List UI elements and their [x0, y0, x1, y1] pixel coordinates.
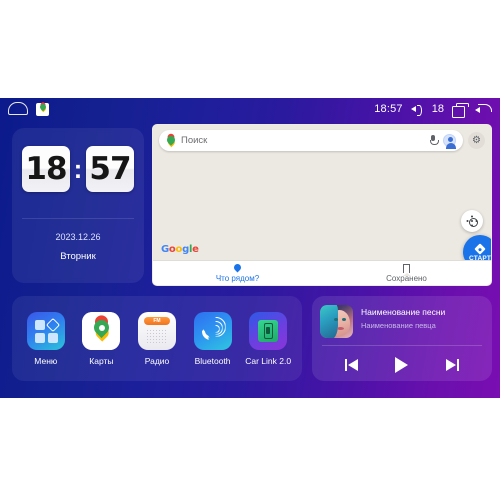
clock-divider — [22, 218, 134, 219]
menu-grid-icon — [26, 311, 65, 350]
app-radio-label: Радио — [144, 355, 170, 366]
clock-separator: : — [73, 154, 83, 184]
album-art — [320, 305, 353, 338]
app-menu-label: Меню — [34, 355, 58, 366]
back-arrow-icon[interactable] — [475, 103, 492, 116]
clock-date: 2023.12.26 — [55, 232, 101, 242]
bluetooth-phone-icon — [193, 311, 232, 350]
bookmark-icon — [402, 263, 411, 276]
gear-icon[interactable]: ⚙ — [468, 132, 485, 149]
status-bar: 18:57 18 — [0, 98, 500, 120]
account-avatar-icon[interactable] — [443, 134, 456, 149]
nav-item-saved[interactable]: Сохранено — [322, 261, 491, 285]
previous-track-button[interactable] — [339, 355, 363, 375]
search-placeholder: Поиск — [181, 135, 208, 146]
maps-bottom-nav: Что рядом? Сохранено — [153, 260, 491, 285]
clock-digits: 18 : 57 — [20, 144, 136, 194]
microphone-icon[interactable] — [429, 135, 439, 146]
next-track-button[interactable] — [441, 355, 465, 375]
status-bar-left — [8, 101, 49, 116]
car-head-unit-screen: 18:57 18 18 : 57 2023.12.26 Вторник Поис… — [0, 98, 500, 398]
google-watermark: Google — [161, 244, 199, 255]
status-time: 18:57 — [374, 103, 403, 115]
locate-me-button[interactable] — [461, 210, 483, 232]
maps-search-row: Поиск ⚙ — [159, 130, 485, 151]
google-letter: g — [182, 244, 189, 255]
status-bar-right: 18:57 18 — [374, 102, 492, 118]
search-input[interactable]: Поиск — [159, 130, 463, 151]
skip-next-icon — [446, 359, 460, 371]
clock-widget[interactable]: 18 : 57 2023.12.26 Вторник — [12, 128, 144, 283]
app-dock: Меню Карты FM Радио Bluetooth Car Link 2… — [12, 296, 302, 381]
play-button[interactable] — [390, 355, 414, 375]
music-divider — [322, 345, 482, 346]
maps-pin-icon[interactable] — [36, 102, 49, 116]
song-title: Наименование песни — [361, 307, 446, 317]
radio-fm-badge: FM — [143, 316, 170, 325]
play-icon — [395, 357, 409, 373]
nav-item-nearby-label: Что рядом? — [215, 273, 260, 283]
locate-me-icon — [467, 216, 478, 227]
google-maps-icon — [82, 311, 121, 350]
app-radio[interactable]: FM Радио — [131, 311, 183, 366]
app-menu[interactable]: Меню — [20, 311, 72, 366]
music-player-widget[interactable]: Наименование песни Наименование певца — [312, 296, 492, 381]
volume-level: 18 — [431, 103, 444, 115]
radio-icon: FM — [137, 311, 176, 350]
skip-previous-icon — [344, 359, 358, 371]
maps-pin-icon — [166, 135, 175, 146]
volume-icon[interactable] — [410, 103, 424, 116]
google-maps-widget[interactable]: Поиск ⚙ Google СТАРТ Что рядом? Сохранен… — [152, 124, 492, 286]
app-maps-label: Карты — [89, 355, 114, 366]
app-car-link-label: Car Link 2.0 — [245, 355, 292, 366]
music-meta: Наименование песни Наименование певца — [361, 305, 484, 330]
pin-icon — [234, 264, 241, 273]
app-car-link[interactable]: Car Link 2.0 — [242, 311, 294, 366]
music-info-row: Наименование песни Наименование певца — [320, 305, 484, 338]
app-maps[interactable]: Карты — [75, 311, 127, 366]
navigation-diamond-icon — [474, 242, 486, 255]
google-letter: G — [161, 244, 169, 255]
google-letter: e — [192, 244, 199, 255]
app-bluetooth-label: Bluetooth — [194, 355, 231, 366]
music-controls — [312, 352, 492, 378]
app-bluetooth[interactable]: Bluetooth — [187, 311, 239, 366]
clock-hours: 18 — [22, 146, 70, 192]
recent-apps-icon[interactable] — [452, 102, 469, 118]
car-link-icon — [249, 311, 288, 350]
clock-minutes: 57 — [86, 146, 134, 192]
clock-weekday: Вторник — [60, 251, 96, 262]
nav-item-nearby[interactable]: Что рядом? — [153, 261, 322, 285]
gear-glyph: ⚙ — [472, 134, 481, 146]
google-letter: o — [168, 244, 176, 255]
home-icon[interactable] — [8, 101, 28, 115]
song-artist: Наименование певца — [361, 321, 436, 330]
